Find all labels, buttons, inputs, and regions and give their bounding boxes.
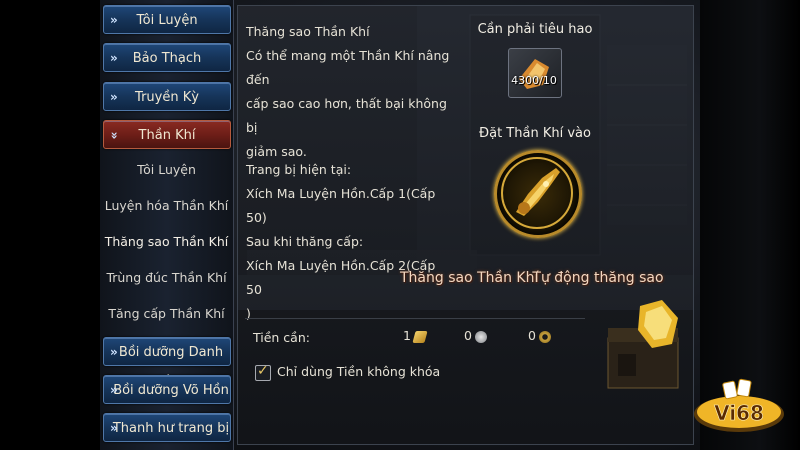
menu-than-khi[interactable]: » Thần Khí <box>103 120 231 149</box>
submenu-trung-duc[interactable]: Trùng đúc Thần Khí <box>100 263 233 293</box>
vi68-logo: Vi68 <box>694 378 784 432</box>
treasure-chest-icon <box>607 300 679 389</box>
unlocked-money-label: Chỉ dùng Tiền không khóa <box>277 364 441 379</box>
chevron-right-icon: » <box>110 90 118 104</box>
svg-text:Vi68: Vi68 <box>714 401 764 425</box>
submenu-tang-cap[interactable]: Tăng cấp Thần Khí <box>100 299 233 329</box>
menu-label: Thần Khí <box>138 128 196 143</box>
money-copper: 0 <box>528 328 551 344</box>
menu-truyen-ky[interactable]: » Truyền Kỳ <box>103 82 231 111</box>
menu-bao-thach[interactable]: » Bảo Thạch <box>103 43 231 72</box>
item-slot[interactable] <box>494 150 582 238</box>
money-silver-value: 0 <box>464 328 472 343</box>
chevron-right-icon: » <box>110 13 118 27</box>
weapon-icon <box>516 168 560 216</box>
cost-label: Cần phải tiêu hao <box>477 22 593 37</box>
menu-boi-duong-vo-hon[interactable]: » Bồi dưỡng Võ Hồn <box>103 375 231 404</box>
submenu-toi-luyen[interactable]: Tôi Luyện <box>100 155 233 185</box>
menu-label: Truyền Kỳ <box>135 90 199 105</box>
divider <box>245 318 585 319</box>
menu-label: Tôi Luyện <box>136 13 198 28</box>
chevron-right-icon: » <box>110 345 118 359</box>
current-equipment-label: Trang bị hiện tại: <box>246 162 352 177</box>
menu-thanh-hu-trang-bi[interactable]: » Thanh hư trang bị <box>103 413 231 442</box>
game-screen: » Tôi Luyện » Bảo Thạch » Truyền Kỳ » Th… <box>0 0 800 450</box>
chevron-right-icon: » <box>110 421 118 435</box>
chevron-down-icon: » <box>107 131 122 140</box>
chevron-right-icon: » <box>110 383 118 397</box>
material-icon <box>519 59 549 89</box>
material-count: 4300/10 <box>511 74 557 87</box>
auto-upgrade-button[interactable]: Tự động thăng sao <box>528 264 668 292</box>
after-upgrade-value-cont: ) <box>246 306 251 321</box>
description-text: Thăng sao Thần Khí Có thể mang một Thần … <box>246 20 461 164</box>
equipment-info: Trang bị hiện tại: Xích Ma Luyện Hồn.Cấp… <box>246 158 451 326</box>
current-equipment-value: Xích Ma Luyện Hồn.Cấp 1(Cấp 50) <box>246 186 436 225</box>
description-line: Có thể mang một Thần Khí nâng đến <box>246 48 450 87</box>
money-gold: 1 <box>403 328 428 344</box>
menu-label: Bồi dưỡng Võ Hồn <box>113 383 229 398</box>
chevron-right-icon: » <box>110 51 118 65</box>
description-title: Thăng sao Thần Khí <box>246 24 370 39</box>
money-label: Tiền cần: <box>253 330 310 345</box>
place-item-label: Đặt Thần Khí vào <box>479 126 591 141</box>
unlocked-money-checkbox[interactable]: ✓ <box>255 363 271 381</box>
upgrade-star-button[interactable]: Thăng sao Thần Khí <box>400 264 538 292</box>
material-slot[interactable] <box>508 48 562 98</box>
side-menu: » Tôi Luyện » Bảo Thạch » Truyền Kỳ » Th… <box>100 0 234 450</box>
money-silver: 0 <box>464 328 487 344</box>
silver-coin-icon <box>474 330 487 343</box>
copper-coin-icon <box>538 330 551 343</box>
description-line: cấp sao cao hơn, thất bại không bị <box>246 96 447 135</box>
check-icon: ✓ <box>257 363 269 379</box>
money-copper-value: 0 <box>528 328 536 343</box>
gold-ingot-icon <box>412 330 428 343</box>
submenu-thang-sao[interactable]: Thăng sao Thần Khí <box>100 227 233 257</box>
left-letterbox <box>0 0 100 450</box>
after-upgrade-label: Sau khi thăng cấp: <box>246 234 364 249</box>
menu-boi-duong-danh-bai[interactable]: » Bồi dưỡng Danh Bài <box>103 337 231 389</box>
menu-label: Thanh hư trang bị <box>112 421 230 436</box>
money-gold-value: 1 <box>403 328 411 343</box>
submenu-luyen-hoa[interactable]: Luyện hóa Thần Khí <box>100 191 233 221</box>
menu-label: Bảo Thạch <box>132 51 202 66</box>
menu-toi-luyen[interactable]: » Tôi Luyện <box>103 5 231 34</box>
